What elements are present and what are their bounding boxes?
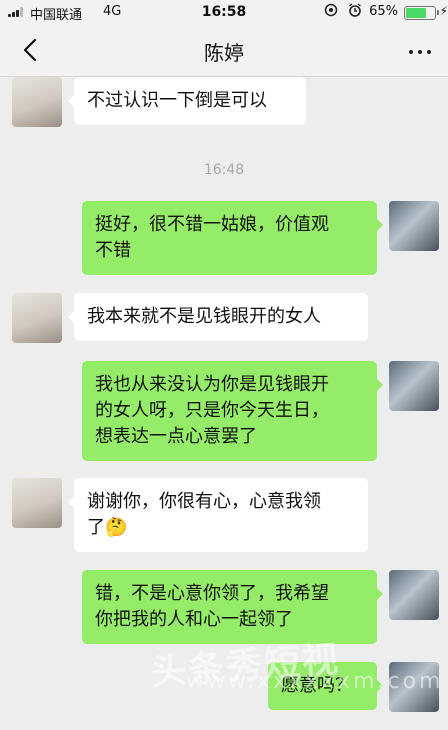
battery-icon bbox=[404, 6, 439, 20]
contact-avatar[interactable] bbox=[12, 77, 62, 127]
contact-avatar[interactable] bbox=[12, 293, 62, 343]
contact-avatar[interactable] bbox=[12, 478, 62, 528]
status-icons bbox=[324, 3, 362, 19]
charging-icon: ⚡ bbox=[439, 4, 448, 18]
message-bubble-sent[interactable]: 挺好，很不错一姑娘，价值观 不错 bbox=[82, 201, 383, 275]
message-bubble-sent[interactable]: 我也从来没认为你是见钱眼开 的女人呀，只是你今天生日， 想表达一点心意罢了 bbox=[82, 361, 383, 461]
alarm-icon bbox=[349, 3, 361, 17]
orientation-lock-icon bbox=[324, 3, 338, 17]
my-avatar[interactable] bbox=[389, 570, 439, 620]
my-avatar[interactable] bbox=[389, 361, 439, 411]
status-bar: 中国联通 4G 16:58 65% ⚡ bbox=[0, 0, 448, 24]
watermark-url: www.xxxxxxm.com bbox=[186, 669, 444, 694]
my-avatar[interactable] bbox=[389, 201, 439, 251]
nav-bar: 陈婷 bbox=[0, 24, 448, 77]
battery-percent: 65% bbox=[369, 4, 398, 19]
message-bubble-received[interactable]: 我本来就不是见钱眼开的女人 bbox=[68, 293, 368, 341]
message-timestamp: 16:48 bbox=[203, 162, 245, 178]
message-bubble-received[interactable]: 不过认识一下倒是可以 bbox=[68, 77, 306, 125]
message-bubble-received[interactable]: 谢谢你，你很有心，心意我领 了🤔 bbox=[68, 478, 368, 552]
more-button[interactable] bbox=[406, 37, 434, 63]
chat-area[interactable]: 不过认识一下倒是可以 16:48 挺好，很不错一姑娘，价值观 不错 我本来就不是… bbox=[0, 77, 448, 730]
chat-title: 陈婷 bbox=[204, 41, 244, 65]
